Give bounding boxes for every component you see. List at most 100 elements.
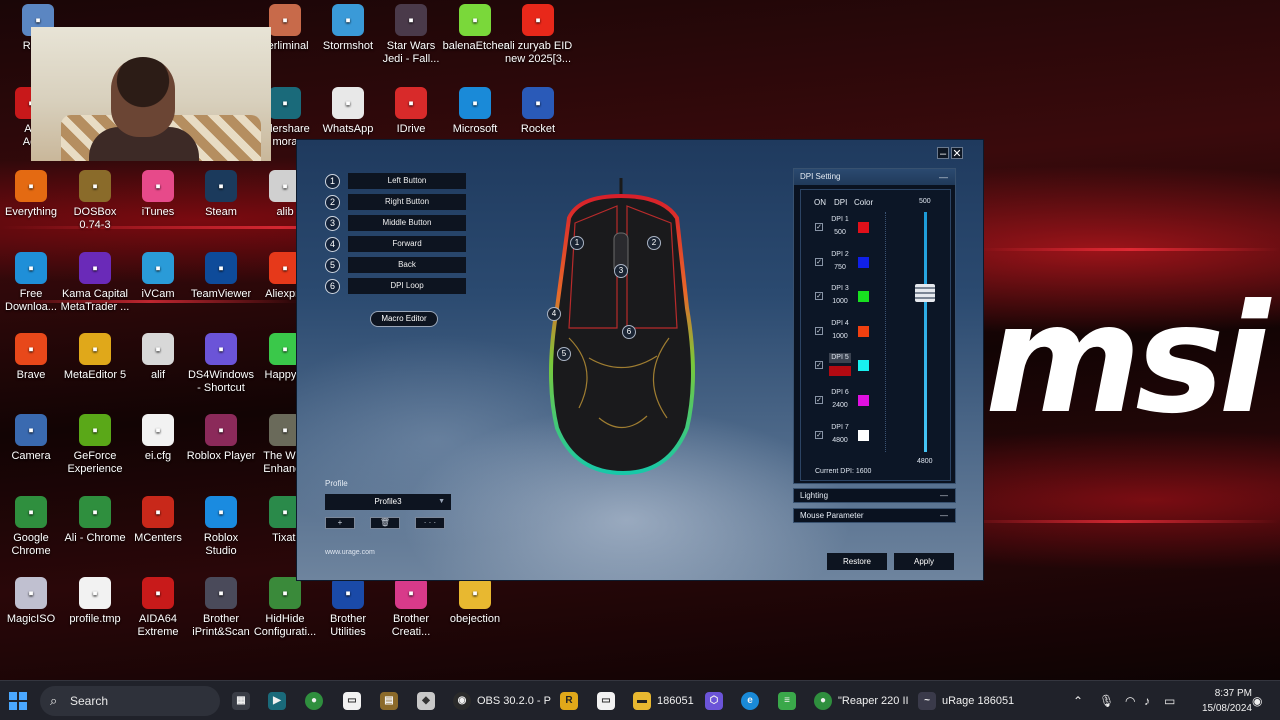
dpi-panel-header[interactable]: DPI Setting — bbox=[794, 169, 955, 185]
button-row-1[interactable]: 1 Left Button bbox=[325, 173, 466, 189]
desktop-icon-rocket-league[interactable]: ▪ Rocket bbox=[500, 87, 576, 136]
edge-icon[interactable]: e bbox=[741, 687, 765, 715]
desktop-icon-folder[interactable]: ▪ obejection bbox=[437, 577, 513, 626]
button-assignment[interactable]: DPI Loop bbox=[348, 278, 466, 294]
dpi-row[interactable]: ✓ DPI 6 2400 bbox=[801, 386, 901, 416]
wifi-icon[interactable]: ◠ bbox=[1125, 681, 1135, 720]
restore-button[interactable]: Restore bbox=[827, 553, 887, 570]
dpi-level-value[interactable]: 1000 bbox=[829, 332, 851, 342]
dpi-enable-checkbox[interactable]: ✓ bbox=[815, 223, 823, 231]
button-number: 3 bbox=[325, 215, 340, 231]
mouse-callout[interactable]: 5 bbox=[557, 347, 571, 361]
dpi-row[interactable]: ✓ DPI 1 500 bbox=[801, 213, 901, 243]
pdf-icon: ▪ bbox=[522, 4, 554, 36]
dpi-slider-thumb[interactable] bbox=[915, 284, 935, 302]
steam-icon: ▪ bbox=[205, 170, 237, 202]
dpi-level-name: DPI 6 bbox=[831, 389, 849, 396]
mouse-callout[interactable]: 2 bbox=[647, 236, 661, 250]
volume-icon[interactable]: ♪ bbox=[1144, 681, 1150, 720]
taskbar-search[interactable]: ⌕ Search bbox=[40, 686, 220, 716]
apply-button[interactable]: Apply bbox=[894, 553, 954, 570]
msi-logo: msi bbox=[985, 273, 1270, 447]
profile-select[interactable]: Profile3 ▼ bbox=[325, 494, 451, 510]
dpi-row[interactable]: ✓ DPI 5 1600 bbox=[801, 351, 901, 381]
clock[interactable]: 8:37 PM 15/08/2024 bbox=[1190, 686, 1252, 716]
mouse-callout[interactable]: 6 bbox=[622, 325, 636, 339]
taskview-icon[interactable]: ▦ bbox=[232, 687, 256, 715]
delete-profile-button[interactable]: 🗑 bbox=[370, 517, 400, 529]
dpi-level-value[interactable]: 2400 bbox=[829, 401, 851, 411]
dpi-color-swatch[interactable] bbox=[858, 325, 869, 337]
dpi-row[interactable]: ✓ DPI 2 750 bbox=[801, 248, 901, 278]
mouse-callout[interactable]: 1 bbox=[570, 236, 584, 250]
app-pinned-icon[interactable]: ▶ bbox=[268, 687, 292, 715]
collapse-icon[interactable]: — bbox=[939, 169, 948, 185]
dpi-row[interactable]: ✓ DPI 3 1000 bbox=[801, 282, 901, 312]
mouse-parameter-section[interactable]: Mouse Parameter — bbox=[793, 508, 956, 523]
app-pinned-icon[interactable]: ⬡ bbox=[705, 687, 729, 715]
notification-icon[interactable]: ◉ bbox=[1252, 681, 1262, 720]
dpi-color-swatch[interactable] bbox=[858, 395, 869, 406]
close-button[interactable]: ✕ bbox=[951, 147, 963, 160]
button-assignment[interactable]: Middle Button bbox=[348, 215, 466, 231]
dpi-color-swatch[interactable] bbox=[858, 429, 869, 441]
dpi-enable-checkbox[interactable]: ✓ bbox=[815, 257, 823, 266]
button-assignment[interactable]: Left Button bbox=[348, 173, 466, 189]
dpi-color-swatch[interactable] bbox=[858, 256, 869, 268]
taskbar-urage[interactable]: ~ uRage 186051 bbox=[918, 687, 1014, 715]
desktop-icon-pdf[interactable]: ▪ ali zuryab EID new 2025[3... bbox=[500, 4, 576, 66]
microphone-icon[interactable]: 🎙 bbox=[1099, 681, 1114, 720]
lighting-section[interactable]: Lighting — bbox=[793, 488, 956, 503]
dpi-color-swatch[interactable] bbox=[858, 222, 869, 233]
rockstar-icon[interactable]: R bbox=[560, 687, 584, 715]
dpi-level-name: DPI 7 bbox=[831, 423, 849, 431]
button-row-6[interactable]: 6 DPI Loop bbox=[325, 278, 466, 294]
app-pinned-icon[interactable]: ◆ bbox=[417, 687, 441, 715]
folder-icon: ▬ bbox=[633, 692, 651, 710]
button-assignment[interactable]: Right Button bbox=[348, 194, 466, 210]
dpi-level-value[interactable]: 750 bbox=[829, 263, 851, 273]
dpi-enable-checkbox[interactable]: ✓ bbox=[815, 361, 823, 370]
mouse-callout[interactable]: 3 bbox=[614, 264, 628, 278]
dpi-panel-title: DPI Setting bbox=[800, 172, 841, 181]
dpi-enable-checkbox[interactable]: ✓ bbox=[815, 292, 823, 301]
dpi-level-value[interactable]: 1600 bbox=[829, 366, 851, 377]
dpi-slider-track[interactable] bbox=[924, 212, 927, 452]
dpi-row[interactable]: ✓ DPI 4 1000 bbox=[801, 317, 901, 347]
button-row-5[interactable]: 5 Back bbox=[325, 257, 466, 273]
website-link[interactable]: www.urage.com bbox=[325, 549, 375, 556]
taskbar-chrome[interactable]: ● "Reaper 220 II bbox=[814, 687, 909, 715]
start-button[interactable] bbox=[9, 692, 27, 710]
dpi-level-name: DPI 5 bbox=[829, 353, 851, 364]
winrar-icon[interactable]: ▤ bbox=[380, 687, 404, 715]
dpi-enable-checkbox[interactable]: ✓ bbox=[815, 430, 823, 439]
button-row-2[interactable]: 2 Right Button bbox=[325, 194, 466, 210]
battery-icon[interactable]: ▭ bbox=[1164, 681, 1175, 720]
dpi-color-swatch[interactable] bbox=[858, 291, 869, 303]
dpi-enable-checkbox[interactable]: ✓ bbox=[815, 326, 823, 335]
more-profile-button[interactable]: · · · bbox=[415, 517, 445, 529]
chrome-icon[interactable]: ● bbox=[305, 687, 329, 715]
dpi-level-value[interactable]: 1000 bbox=[829, 297, 851, 307]
mouse-callout[interactable]: 4 bbox=[547, 307, 561, 321]
taskbar-folder[interactable]: ▬ 186051 bbox=[633, 687, 694, 715]
dpi-level-value[interactable]: 4800 bbox=[829, 436, 851, 446]
button-assignment[interactable]: Forward bbox=[348, 236, 466, 252]
dpi-enable-checkbox[interactable]: ✓ bbox=[815, 396, 823, 404]
hidhide-icon: ▪ bbox=[269, 577, 301, 609]
macro-editor-button[interactable]: Macro Editor bbox=[370, 311, 438, 327]
button-assignment[interactable]: Back bbox=[348, 257, 466, 273]
file-icon[interactable]: ▭ bbox=[343, 687, 367, 715]
taskbar-item-label: 186051 bbox=[657, 695, 694, 707]
button-row-4[interactable]: 4 Forward bbox=[325, 236, 466, 252]
taskbar-obs[interactable]: ◉ OBS 30.2.0 - P bbox=[453, 687, 551, 715]
dpi-row[interactable]: ✓ DPI 7 4800 bbox=[801, 421, 901, 451]
app-pinned-icon[interactable]: ≡ bbox=[778, 687, 802, 715]
dpi-color-swatch[interactable] bbox=[858, 360, 869, 372]
minimize-button[interactable]: – bbox=[937, 147, 949, 160]
dpi-level-value[interactable]: 500 bbox=[829, 228, 851, 238]
button-row-3[interactable]: 3 Middle Button bbox=[325, 215, 466, 231]
add-profile-button[interactable]: + bbox=[325, 517, 355, 529]
chevron-up-icon[interactable]: ⌃ bbox=[1073, 681, 1083, 720]
file-icon[interactable]: ▭ bbox=[597, 687, 621, 715]
